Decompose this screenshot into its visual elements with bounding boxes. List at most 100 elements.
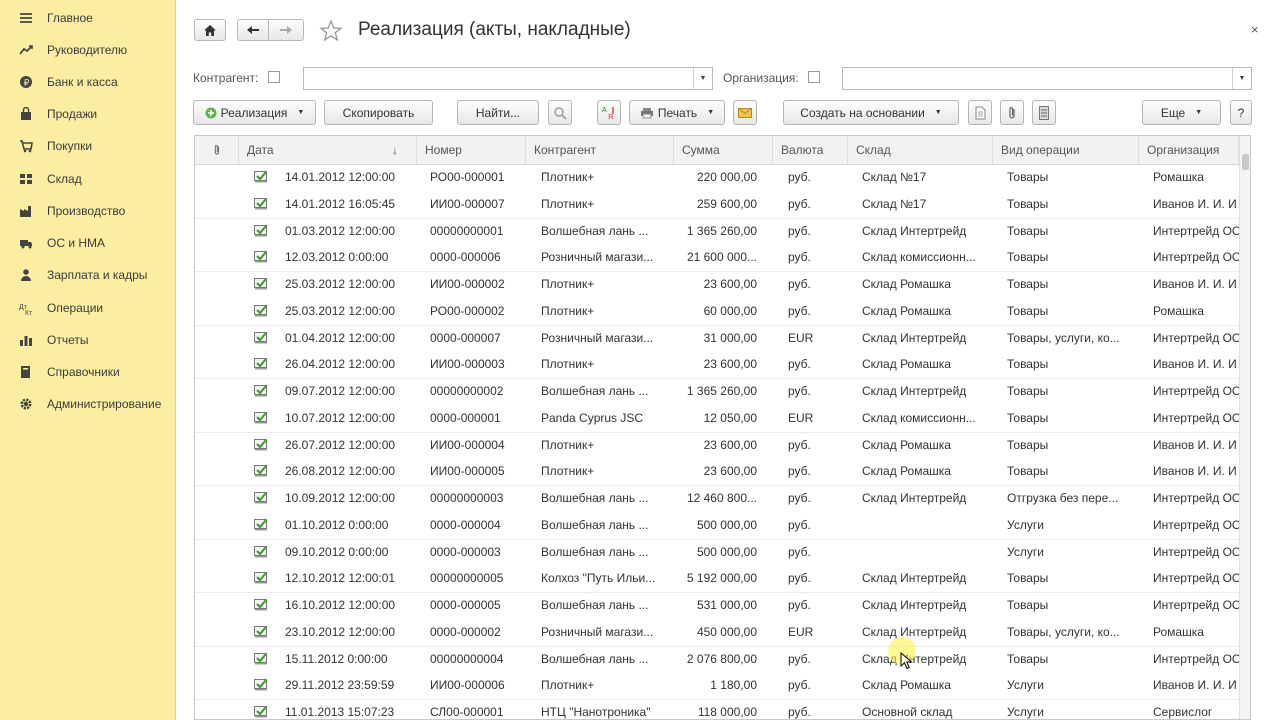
- sidebar-item-factory[interactable]: Производство: [0, 196, 175, 226]
- column-header-counterparty[interactable]: Контрагент: [526, 136, 674, 164]
- sidebar-item-person[interactable]: Зарплата и кадры: [0, 260, 175, 290]
- sidebar-item-chart[interactable]: Отчеты: [0, 325, 175, 355]
- email-button[interactable]: [733, 100, 757, 125]
- posted-document-icon: [254, 224, 267, 236]
- scrollbar-thumb[interactable]: [1242, 154, 1249, 170]
- column-header-currency[interactable]: Валюта: [773, 136, 848, 164]
- sidebar-item-warehouse[interactable]: Склад: [0, 164, 175, 194]
- column-header-amount[interactable]: Сумма: [674, 136, 773, 164]
- column-header-label: Номер: [425, 143, 462, 157]
- cell-date: 01.04.2012 12:00:00: [285, 330, 396, 345]
- create-based-label: Создать на основании: [800, 105, 925, 120]
- sidebar-item-book[interactable]: Справочники: [0, 357, 175, 387]
- sidebar-item-cart[interactable]: Покупки: [0, 131, 175, 161]
- close-button[interactable]: ×: [1251, 22, 1259, 37]
- organization-checkbox[interactable]: [808, 71, 820, 83]
- forward-button[interactable]: [268, 19, 304, 41]
- column-header-date[interactable]: Дата ↓: [239, 136, 417, 164]
- table-row[interactable]: 09.10.2012 0:00:00 0000-000003 Волшебная л…: [195, 539, 1241, 567]
- cell-organization: Ромашка: [1153, 303, 1204, 318]
- cell-warehouse: Склад Интертрейд: [862, 598, 967, 612]
- table-row[interactable]: 23.10.2012 12:00:00 0000-000002 Розничный …: [195, 618, 1239, 647]
- list-report-icon: [1039, 105, 1049, 120]
- sidebar-item-trend[interactable]: Руководителю: [0, 35, 175, 65]
- chevron-down-icon[interactable]: ▼: [1232, 68, 1251, 89]
- create-based-on-button[interactable]: Создать на основании ▼: [783, 100, 959, 125]
- table-row[interactable]: 10.07.2012 12:00:00 0000-000001 Panda Cypr…: [195, 404, 1241, 433]
- cell-amount: 220 000,00: [696, 170, 757, 184]
- attachment-column-header[interactable]: [195, 136, 239, 164]
- sidebar-item-gear[interactable]: Администрирование: [0, 389, 175, 419]
- posted-document-icon: [254, 438, 267, 450]
- table-row[interactable]: 01.04.2012 12:00:00 0000-000007 Розничный …: [195, 325, 1241, 353]
- vertical-scrollbar[interactable]: [1239, 136, 1250, 719]
- column-header-number[interactable]: Номер: [417, 136, 526, 164]
- table-row[interactable]: 25.03.2012 12:00:00 РО00-000002 Плотник+ 60…: [195, 297, 1239, 326]
- help-button[interactable]: ?: [1230, 100, 1252, 125]
- column-header-warehouse[interactable]: Склад: [848, 136, 993, 164]
- cell-counterparty: Плотник+: [541, 357, 595, 372]
- cell-currency: руб.: [788, 705, 811, 719]
- chevron-down-icon: ▼: [1195, 109, 1203, 116]
- cell-number: РО00-000001: [430, 170, 505, 184]
- table-row[interactable]: 16.10.2012 12:00:00 0000-000005 Волшебная …: [195, 592, 1241, 620]
- table-row[interactable]: 25.03.2012 12:00:00 ИИ00-000002 Плотник+ 23…: [195, 271, 1239, 299]
- cell-date: 23.10.2012 12:00:00: [285, 624, 396, 639]
- table-row[interactable]: 29.11.2012 23:59:59 ИИ00-000006 Плотник+ 1 …: [195, 672, 1239, 701]
- table-row[interactable]: 15.11.2012 0:00:00 00000000004 Волшебная л…: [195, 646, 1241, 674]
- paperclip-icon: [214, 145, 219, 155]
- column-header-organization[interactable]: Организация: [1139, 136, 1239, 164]
- posted-document-icon: [254, 679, 267, 691]
- cell-date: 09.10.2012 0:00:00: [285, 544, 389, 559]
- counterparty-checkbox[interactable]: [268, 71, 280, 83]
- find-button[interactable]: Найти...: [457, 100, 539, 125]
- cell-date: 12.03.2012 0:00:00: [285, 250, 389, 265]
- attachments-button[interactable]: [1000, 100, 1024, 125]
- organization-field[interactable]: ▼: [842, 67, 1252, 90]
- column-header-operation-type[interactable]: Вид операции: [993, 136, 1139, 164]
- print-button[interactable]: Печать ▼: [629, 100, 725, 125]
- table-row[interactable]: 10.09.2012 12:00:00 00000000003 Волшебная …: [195, 485, 1241, 513]
- sidebar-item-label: Администрирование: [47, 397, 162, 411]
- cell-counterparty: Розничный магази...: [541, 624, 654, 639]
- report-button[interactable]: [1032, 100, 1056, 125]
- table-row[interactable]: 09.07.2012 12:00:00 00000000002 Волшебная …: [195, 378, 1241, 406]
- back-button[interactable]: [237, 19, 269, 41]
- cell-amount: 31 000,00: [703, 330, 757, 345]
- table-row[interactable]: 26.07.2012 12:00:00 ИИ00-000004 Плотник+ 23…: [195, 432, 1239, 460]
- cell-operation-type: Услуги: [1007, 678, 1044, 693]
- cell-warehouse: Склад Ромашка: [862, 277, 951, 291]
- chevron-down-icon[interactable]: ▼: [693, 68, 712, 89]
- sidebar-item-menu[interactable]: Главное: [0, 3, 175, 33]
- posted-document-icon: [254, 411, 267, 424]
- posted-document-icon: [254, 465, 267, 477]
- chart-icon: [19, 333, 33, 347]
- sidebar-item-operations[interactable]: Дт Кт Операции: [0, 293, 175, 323]
- posted-document-icon: [254, 625, 267, 638]
- posted-document-icon: [254, 278, 267, 290]
- table-row[interactable]: 01.10.2012 0:00:00 0000-000004 Волшебная л…: [195, 511, 1241, 540]
- favorite-star-button[interactable]: [319, 19, 343, 43]
- table-row[interactable]: 26.08.2012 12:00:00 ИИ00-000005 Плотник+ 23…: [195, 458, 1239, 487]
- table-row[interactable]: 11.01.2013 15:07:23 СЛ00-000001 НТЦ "Нанот…: [195, 699, 1239, 719]
- table-row[interactable]: 01.03.2012 12:00:00 00000000001 Волшебная …: [195, 218, 1241, 246]
- table-row[interactable]: 14.01.2012 12:00:00 РО00-000001 Плотник+ 22…: [195, 164, 1239, 192]
- document-button[interactable]: [968, 100, 992, 125]
- cell-organization: Интертрейд ОО: [1153, 330, 1241, 345]
- posted-document-icon: [254, 545, 267, 557]
- home-button[interactable]: [194, 19, 226, 41]
- posted-document-icon: [254, 706, 267, 718]
- sidebar-item-truck[interactable]: ОС и НМА: [0, 228, 175, 258]
- table-row[interactable]: 12.10.2012 12:00:01 00000000005 Колхоз "Пу…: [195, 565, 1241, 594]
- realization-create-button[interactable]: Реализация ▼: [193, 100, 316, 125]
- sidebar-item-bag[interactable]: Продажи: [0, 99, 175, 129]
- table-row[interactable]: 14.01.2012 16:05:45 ИИ00-000007 Плотник+ 25…: [195, 190, 1239, 219]
- table-row[interactable]: 26.04.2012 12:00:00 ИИ00-000003 Плотник+ 23…: [195, 351, 1239, 380]
- more-button[interactable]: Еще ▼: [1142, 100, 1221, 125]
- sort-button[interactable]: А Я: [597, 100, 621, 125]
- copy-button[interactable]: Скопировать: [324, 100, 433, 125]
- cancel-search-button[interactable]: [548, 100, 572, 125]
- sidebar-item-coin[interactable]: ₽ Банк и касса: [0, 67, 175, 97]
- table-row[interactable]: 12.03.2012 0:00:00 0000-000006 Розничный м…: [195, 244, 1241, 273]
- counterparty-field[interactable]: ▼: [303, 67, 713, 90]
